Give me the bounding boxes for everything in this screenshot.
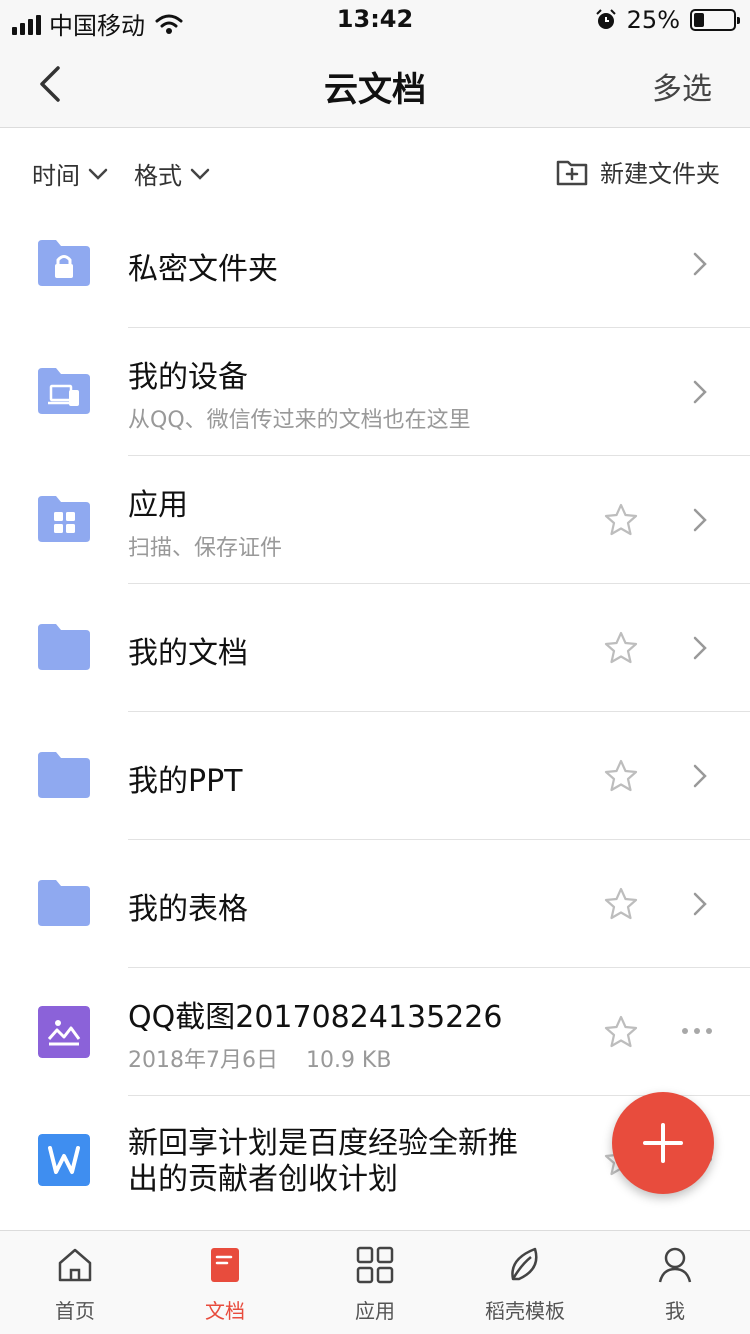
page-title: 云文档 bbox=[324, 70, 426, 110]
file-list: 私密文件夹 我的设备 从QQ、微信传过来的文档也在这里 应用 扫描、保存证件 我… bbox=[0, 200, 750, 1224]
alarm-icon bbox=[595, 9, 616, 29]
list-item[interactable]: 私密文件夹 bbox=[0, 200, 750, 328]
item-subtitle: 扫描、保存证件 bbox=[128, 536, 283, 561]
tab-templates[interactable]: 稻壳模板 bbox=[450, 1231, 600, 1334]
item-title: 我的表格 bbox=[128, 892, 248, 927]
device-folder-icon bbox=[38, 368, 90, 414]
leaf-icon bbox=[511, 1247, 538, 1281]
tab-me[interactable]: 我 bbox=[600, 1231, 750, 1334]
list-item[interactable]: 应用 扫描、保存证件 bbox=[0, 456, 750, 584]
item-subtitle: 2018年7月6日 10.9 KB bbox=[128, 1048, 392, 1073]
star-icon[interactable] bbox=[603, 758, 639, 794]
chevron-down-icon bbox=[88, 168, 108, 180]
more-icon[interactable] bbox=[682, 1028, 712, 1034]
add-button[interactable] bbox=[612, 1092, 714, 1194]
tab-label: 首页 bbox=[55, 1299, 95, 1323]
list-item[interactable]: QQ截图20170824135226 2018年7月6日 10.9 KB bbox=[0, 968, 750, 1096]
item-title: 私密文件夹 bbox=[128, 252, 278, 287]
new-folder-label: 新建文件夹 bbox=[600, 160, 720, 188]
tab-label: 应用 bbox=[355, 1299, 395, 1323]
chevron-right-icon bbox=[693, 252, 707, 276]
nav-bar: 云文档 多选 bbox=[0, 40, 750, 128]
battery-percent: 25% bbox=[626, 6, 680, 34]
star-icon[interactable] bbox=[603, 1014, 639, 1050]
home-icon bbox=[58, 1248, 92, 1282]
multi-select-button[interactable]: 多选 bbox=[652, 64, 712, 108]
folder-plus-icon bbox=[556, 160, 588, 185]
list-item[interactable]: 我的文档 bbox=[0, 584, 750, 712]
word-file-icon bbox=[38, 1134, 90, 1186]
chevron-down-icon bbox=[190, 168, 210, 180]
time-filter[interactable]: 时间 bbox=[32, 156, 108, 191]
folder-icon bbox=[38, 880, 90, 926]
battery-level bbox=[694, 13, 704, 27]
tab-label: 我 bbox=[665, 1299, 685, 1323]
star-icon[interactable] bbox=[603, 886, 639, 922]
list-item[interactable]: 我的PPT bbox=[0, 712, 750, 840]
status-right: 25% bbox=[595, 6, 740, 34]
list-item[interactable]: 我的设备 从QQ、微信传过来的文档也在这里 bbox=[0, 328, 750, 456]
item-title: QQ截图20170824135226 bbox=[128, 1000, 503, 1035]
image-file-icon bbox=[38, 1006, 90, 1058]
plus-icon bbox=[643, 1123, 683, 1163]
format-filter[interactable]: 格式 bbox=[134, 156, 210, 191]
item-subtitle: 从QQ、微信传过来的文档也在这里 bbox=[128, 408, 471, 433]
new-folder-button[interactable]: 新建文件夹 bbox=[556, 154, 720, 189]
chevron-right-icon bbox=[693, 636, 707, 660]
item-title: 应用 bbox=[128, 488, 188, 523]
time-filter-label: 时间 bbox=[32, 162, 80, 190]
folder-icon bbox=[38, 752, 90, 798]
chevron-right-icon bbox=[693, 892, 707, 916]
tab-bar: 首页 文档 应用 稻壳模板 我 bbox=[0, 1230, 750, 1334]
chevron-right-icon bbox=[693, 380, 707, 404]
item-title: 我的文档 bbox=[128, 636, 248, 671]
tab-apps[interactable]: 应用 bbox=[300, 1231, 450, 1334]
star-icon[interactable] bbox=[603, 630, 639, 666]
chevron-right-icon bbox=[693, 508, 707, 532]
star-icon[interactable] bbox=[603, 502, 639, 538]
lock-folder-icon bbox=[38, 240, 90, 286]
item-title-line2: 出的贡献者创收计划 bbox=[128, 1162, 398, 1197]
list-item[interactable]: 我的表格 bbox=[0, 840, 750, 968]
tab-label: 文档 bbox=[205, 1299, 245, 1323]
chevron-right-icon bbox=[693, 764, 707, 788]
tab-home[interactable]: 首页 bbox=[0, 1231, 150, 1334]
status-bar: 中国移动 13:42 25% bbox=[0, 0, 750, 40]
item-title: 我的PPT bbox=[128, 764, 243, 799]
tab-documents[interactable]: 文档 bbox=[150, 1231, 300, 1334]
format-filter-label: 格式 bbox=[134, 162, 182, 190]
app-folder-icon bbox=[38, 496, 90, 542]
folder-icon bbox=[38, 624, 90, 670]
user-icon bbox=[658, 1247, 692, 1283]
item-title: 我的设备 bbox=[128, 360, 248, 395]
tab-label: 稻壳模板 bbox=[485, 1299, 565, 1323]
document-icon bbox=[211, 1248, 239, 1282]
grid-icon bbox=[356, 1246, 394, 1284]
battery-icon bbox=[690, 9, 740, 31]
